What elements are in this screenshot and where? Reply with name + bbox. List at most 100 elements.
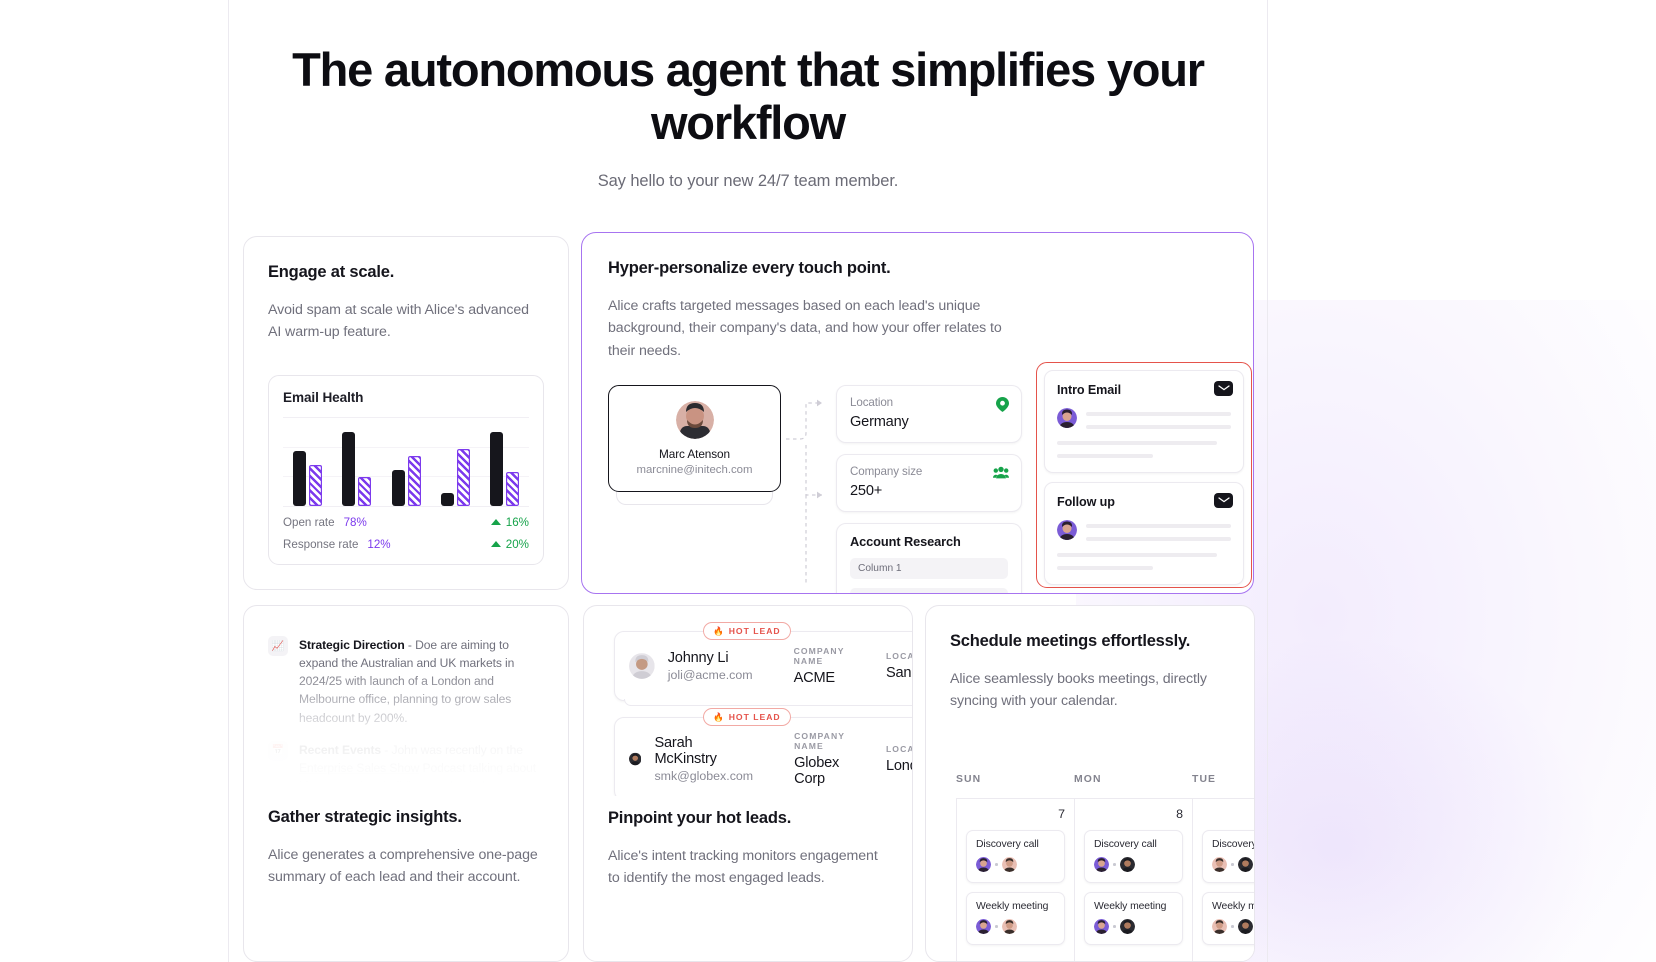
info-card-location[interactable]: Location Germany [836,385,1022,443]
bar-group [332,418,381,506]
location-value: Germany [850,414,909,430]
event-attendees [976,919,1055,934]
event-title: Weekly meeting [1094,901,1167,912]
bar-sent [293,451,307,506]
bar-warmup [456,449,470,506]
calendar-day-cell[interactable]: 7 Discovery call Weekly meeting [956,798,1074,961]
avatar [1237,919,1253,934]
lead-profile-card[interactable]: Marc Atenson marcnine@initech.com [608,385,781,492]
calendar-event[interactable]: Discovery call [1202,830,1255,883]
location-value: London [885,758,912,774]
calendar-day-cell[interactable]: 9 Discovery call Weekly meeting [1192,798,1255,961]
calendar-widget: SUN MON TUE 7 Discovery call Weekly meetin… [956,774,1255,961]
engage-title: Engage at scale. [268,263,395,281]
schedule-description: Alice seamlessly books meetings, directl… [950,671,1207,710]
hot-lead-badge: 🔥 HOT LEAD [703,622,791,640]
calendar-event[interactable]: Discovery call [966,830,1065,883]
location-value: San [885,665,912,681]
chart-stats: Open rate 78% 16% Response rate 12% 20% [283,516,529,551]
calendar-event[interactable]: Weekly meeting [966,892,1065,945]
trend-up-icon [490,541,501,548]
attendee-separator [1231,863,1234,866]
avatar [629,752,642,766]
day-number: 7 [1058,807,1065,821]
avatar [1212,857,1227,872]
flame-icon: 🔥 [713,625,725,636]
lead-identity: Sarah McKinstry smk@globex.com [654,735,753,783]
stat-value: 78% [343,515,367,529]
trend-up-icon [490,519,501,526]
leads-description: Alice's intent tracking monitors engagem… [608,848,878,887]
map-pin-icon [996,397,1009,412]
bar-group [283,418,332,506]
insights-title: Gather strategic insights. [268,808,462,826]
event-title: Discovery call [1094,839,1157,850]
lead-name: Johnny Li [667,650,729,666]
lead-email: smk@globex.com [654,769,754,783]
avatar [1094,857,1109,872]
bar-warmup [505,472,519,506]
avatar [976,919,991,934]
lead-name: Marc Atenson [659,447,730,461]
card-engage-at-scale: Engage at scale. Avoid spam at scale wit… [243,236,569,590]
leads-title: Pinpoint your hot leads. [608,809,792,827]
email-cards: Intro Email Follow up [1044,370,1244,585]
lead-row[interactable]: 🔥 HOT LEAD Sarah McKinstry smk@globex.com… [614,708,912,796]
event-title: Discovery call [1212,839,1255,850]
research-row: Column 2 [850,588,1008,593]
envelope-icon [1214,381,1233,396]
chart-title: Email Health [283,389,364,405]
email-card[interactable]: Intro Email [1044,370,1244,473]
insights-description: Alice generates a comprehensive one-page… [268,847,538,886]
calendar-day-cell[interactable]: 8 Discovery call Weekly meeting [1074,798,1192,961]
event-title: Discovery call [976,839,1039,850]
calendar-event[interactable]: Discovery call [1084,830,1183,883]
insights-feed: 📈 Strategic Direction - Doe are aiming t… [244,606,568,784]
email-health-widget: Email Health Open rate 78% 16% Response r… [268,374,544,565]
bar-group [480,418,529,506]
bar-warmup [309,465,323,506]
email-preview [1057,408,1231,429]
lead-attributes: Location Germany Company size 250+ Accou… [836,385,1022,593]
bar-warmup [407,456,421,506]
avatar [1057,520,1077,540]
lead-email: marcnine@initech.com [636,464,753,476]
day-number: 9 [1202,807,1254,821]
avatar [1119,919,1135,934]
page-root: The autonomous agent that simplifies you… [0,0,1656,962]
attendee-separator [1113,863,1116,866]
company-value: Globex Corp [794,755,840,787]
day-number: 8 [1176,807,1183,821]
stat-row: Open rate 78% 16% [283,516,529,529]
hot-lead-badge: 🔥 HOT LEAD [703,708,791,726]
avatar [629,653,655,679]
company-value: ACME [793,670,836,686]
event-title: Weekly meeting [1212,901,1254,912]
hyper-description: Alice crafts targeted messages based on … [608,298,1002,359]
calendar-day-headers: SUN MON TUE [956,774,1254,785]
lead-name: Sarah McKinstry [654,735,717,767]
attendee-separator [1231,925,1234,928]
calendar-event[interactable]: Weekly meeting [1084,892,1183,945]
lead-email: joli@acme.com [667,668,753,682]
avatar [1094,919,1109,934]
stat-row: Response rate 12% 20% [283,538,529,551]
company-size-label: Company size [850,465,923,478]
lead-location-column: LOCATION San [886,651,912,681]
attendee-separator [995,925,998,928]
bar-warmup [358,476,372,506]
bar-group [431,418,480,506]
event-attendees [1212,857,1254,872]
page-subtitle: Say hello to your new 24/7 team member. [597,172,899,191]
stat-label: Open rate [283,515,335,529]
email-card[interactable]: Follow up [1044,482,1244,585]
info-card-company-size[interactable]: Company size 250+ [836,454,1022,512]
location-label: Location [850,396,894,409]
lead-row[interactable]: 🔥 HOT LEAD Johnny Li joli@acme.com COMPAN… [614,622,912,706]
account-research-rows: Column 1 Column 2 [850,558,1008,593]
stat-label: Response rate [283,537,359,551]
hyper-title: Hyper-personalize every touch point. [608,259,891,277]
engage-description: Avoid spam at scale with Alice's advance… [268,302,529,341]
info-card-account-research[interactable]: Account Research Column 1 Column 2 [836,523,1022,593]
calendar-event[interactable]: Weekly meeting [1202,892,1254,945]
